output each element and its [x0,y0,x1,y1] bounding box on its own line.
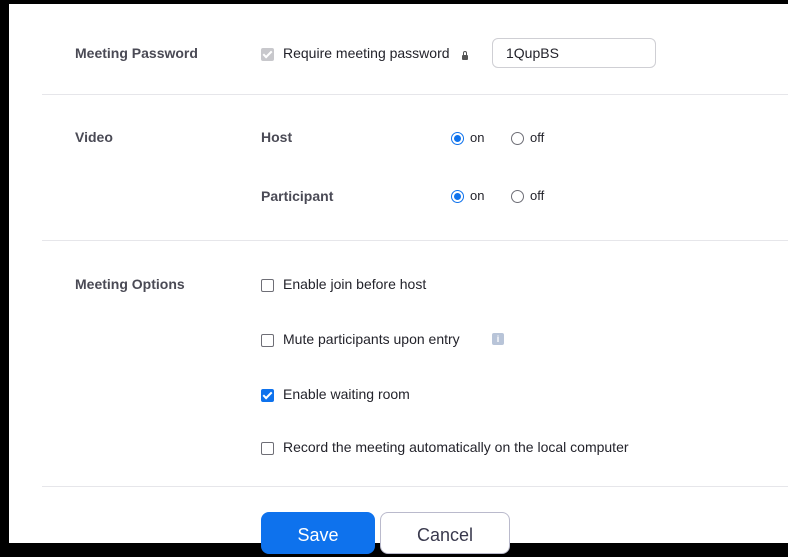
participant-video-on-radio[interactable] [451,190,464,203]
participant-video-off-label: off [530,188,545,203]
video-participant-label: Participant [261,188,334,204]
mute-on-entry-checkbox[interactable] [261,334,274,347]
divider [42,240,788,241]
divider [42,486,788,487]
host-video-on-radio[interactable] [451,132,464,145]
meeting-password-input[interactable] [492,38,656,68]
info-icon[interactable]: i [492,333,504,345]
host-video-off-label: off [530,130,545,145]
require-password-label: Require meeting password [283,45,450,61]
waiting-room-checkbox[interactable] [261,389,274,402]
participant-video-off-radio[interactable] [511,190,524,203]
participant-video-on-label: on [470,188,485,203]
section-label-meeting-options: Meeting Options [75,276,185,292]
join-before-host-checkbox[interactable] [261,279,274,292]
save-button[interactable]: Save [261,512,375,554]
video-host-label: Host [261,129,293,145]
divider [42,94,788,95]
waiting-room-label: Enable waiting room [283,386,410,402]
host-video-on-label: on [470,130,485,145]
host-video-off-radio[interactable] [511,132,524,145]
require-password-checkbox[interactable] [261,48,274,61]
cancel-button[interactable]: Cancel [380,512,510,554]
auto-record-checkbox[interactable] [261,442,274,455]
lock-icon [462,51,468,60]
join-before-host-label: Enable join before host [283,276,427,292]
section-label-meeting-password: Meeting Password [75,45,198,61]
settings-panel: Meeting Password Require meeting passwor… [9,4,788,554]
auto-record-label: Record the meeting automatically on the … [283,439,629,455]
section-label-video: Video [75,129,113,145]
mute-on-entry-label: Mute participants upon entry [283,331,460,347]
